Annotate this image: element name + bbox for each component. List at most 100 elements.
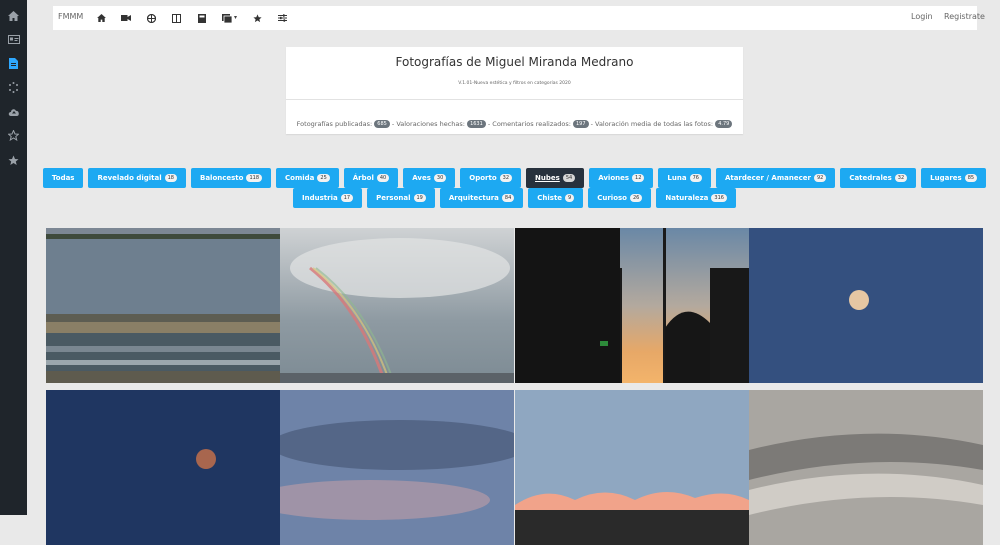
- category-count-badge: 30: [433, 174, 447, 182]
- images-icon[interactable]: [221, 12, 233, 24]
- category-button-atardecer-amanecer[interactable]: Atardecer / Amanecer 92: [715, 168, 836, 188]
- sidebar: [0, 0, 27, 515]
- category-button-naturaleza[interactable]: Naturaleza 316: [656, 188, 736, 208]
- category-label: Lugares: [930, 174, 962, 182]
- category-count-badge: 316: [711, 194, 727, 202]
- photo-thumbnail-clouds-dusk[interactable]: [280, 390, 514, 545]
- category-label: Chiste: [537, 194, 563, 202]
- photo-thumbnail-pink-clouds[interactable]: [515, 390, 749, 545]
- category-filters: Todas Revelado digital 18 Baloncesto 118 Comi…: [42, 168, 987, 208]
- published-label: Fotografías publicadas:: [296, 120, 373, 128]
- clouds-dusk-photo-image: [280, 390, 514, 545]
- category-row-1: Todas Revelado digital 18 Baloncesto 118 Comi…: [42, 168, 987, 188]
- page-subtitle: V.1.01-Nueva estética y filtros en categ…: [458, 81, 571, 86]
- category-button-revelado-digital[interactable]: Revelado digital 18: [88, 168, 186, 188]
- photo-thumbnail-sunset-buildings[interactable]: [515, 228, 749, 383]
- category-count-badge: 40: [376, 174, 390, 182]
- pink-clouds-photo-image: [515, 390, 749, 545]
- calculator-icon[interactable]: [196, 12, 208, 24]
- category-count-badge: 26: [630, 194, 643, 202]
- category-label: Comida: [285, 174, 315, 182]
- category-button-industria[interactable]: Industria 17: [293, 188, 363, 208]
- category-button-nubes[interactable]: Nubes 54: [526, 168, 585, 188]
- category-count-badge: 84: [501, 194, 515, 202]
- beach-photo-image: [46, 228, 280, 383]
- sliders-icon[interactable]: [276, 12, 288, 24]
- category-count-badge: 92: [813, 174, 827, 182]
- category-label: Todas: [51, 174, 75, 182]
- home-icon[interactable]: [6, 8, 21, 23]
- stats-line: Fotografías publicadas: 685 - Valoracion…: [286, 120, 743, 128]
- category-count-badge: 85: [964, 174, 978, 182]
- chevron-down-icon[interactable]: ▾: [234, 14, 237, 21]
- category-button-oporto[interactable]: Oporto 32: [460, 168, 522, 188]
- category-label: Atardecer / Amanecer: [724, 174, 811, 182]
- category-row-2: Industria 17 Personal 19 Arquitectura 84 Chist…: [46, 188, 983, 208]
- category-label: Oporto: [469, 174, 497, 182]
- category-label: Revelado digital: [97, 174, 162, 182]
- star-icon[interactable]: [251, 12, 263, 24]
- comments-count-badge: 197: [572, 120, 589, 128]
- moon-photo-image: [749, 228, 983, 383]
- category-button-aviones[interactable]: Aviones 12: [589, 168, 654, 188]
- category-count-badge: 9: [565, 194, 575, 202]
- average-rating-badge: 4.79: [715, 120, 733, 128]
- top-navbar: FMMM ▾ Login Registrate: [53, 6, 985, 30]
- category-button-chiste[interactable]: Chiste 9: [528, 188, 584, 208]
- category-button-catedrales[interactable]: Catedrales 32: [840, 168, 917, 188]
- category-label: Personal: [376, 194, 411, 202]
- category-button-personal[interactable]: Personal 19: [367, 188, 435, 208]
- divider: [286, 99, 743, 100]
- photo-thumbnail-red-moon[interactable]: [46, 390, 280, 545]
- ratings-label: - Valoraciones hechas:: [391, 120, 465, 128]
- columns-icon[interactable]: [170, 12, 182, 24]
- star-outline-icon[interactable]: [6, 128, 21, 143]
- star-icon[interactable]: [6, 153, 21, 168]
- category-count-badge: 18: [164, 174, 177, 182]
- id-card-icon[interactable]: [6, 32, 21, 47]
- spinner-icon[interactable]: [6, 80, 21, 95]
- comments-label: - Comentarios realizados:: [487, 120, 571, 128]
- category-button-luna[interactable]: Luna 76: [658, 168, 711, 188]
- category-count-badge: 32: [894, 174, 908, 182]
- category-button-comida[interactable]: Comida 25: [276, 168, 339, 188]
- home-icon[interactable]: [95, 12, 107, 24]
- category-button-baloncesto[interactable]: Baloncesto 118: [190, 168, 272, 188]
- category-button-curioso[interactable]: Curioso 26: [588, 188, 652, 208]
- photo-thumbnail-gray-clouds[interactable]: [749, 390, 983, 545]
- published-count-badge: 685: [374, 120, 390, 128]
- page-title: Fotografías de Miguel Miranda Medrano: [395, 55, 634, 69]
- category-button-arbol[interactable]: Árbol 40: [343, 168, 399, 188]
- brand-link[interactable]: FMMM: [58, 12, 83, 21]
- video-camera-icon[interactable]: [120, 12, 132, 24]
- category-label: Arquitectura: [448, 194, 499, 202]
- document-icon[interactable]: [6, 56, 21, 71]
- category-button-arquitectura[interactable]: Arquitectura 84: [439, 188, 524, 208]
- category-label: Baloncesto: [199, 174, 244, 182]
- rainbow-photo-image: [280, 228, 514, 383]
- cloud-upload-icon[interactable]: [6, 104, 21, 119]
- category-label: Industria: [302, 194, 338, 202]
- category-label: Luna: [667, 174, 687, 182]
- header-card: Fotografías de Miguel Miranda Medrano V.…: [286, 47, 743, 134]
- category-count-badge: 76: [689, 174, 702, 182]
- photo-thumbnail-moon[interactable]: [749, 228, 983, 383]
- category-count-badge: 12: [632, 174, 645, 182]
- category-label: Aviones: [598, 174, 630, 182]
- category-label: Naturaleza: [665, 194, 709, 202]
- category-count-badge: 25: [317, 174, 330, 182]
- category-count-badge: 118: [246, 174, 263, 182]
- gray-clouds-photo-image: [749, 390, 983, 545]
- category-button-todas[interactable]: Todas: [42, 168, 84, 188]
- category-button-lugares[interactable]: Lugares 85: [921, 168, 987, 188]
- category-label: Catedrales: [849, 174, 892, 182]
- photo-thumbnail-beach[interactable]: [46, 228, 280, 383]
- category-count-badge: 32: [499, 174, 513, 182]
- category-button-aves[interactable]: Aves 30: [403, 168, 456, 188]
- average-rating-label: - Valoración media de todas las fotos:: [590, 120, 714, 128]
- register-link[interactable]: Registrate: [944, 12, 985, 21]
- photo-thumbnail-rainbow[interactable]: [280, 228, 514, 383]
- red-moon-photo-image: [46, 390, 280, 545]
- login-link[interactable]: Login: [911, 12, 933, 21]
- basketball-icon[interactable]: [145, 12, 157, 24]
